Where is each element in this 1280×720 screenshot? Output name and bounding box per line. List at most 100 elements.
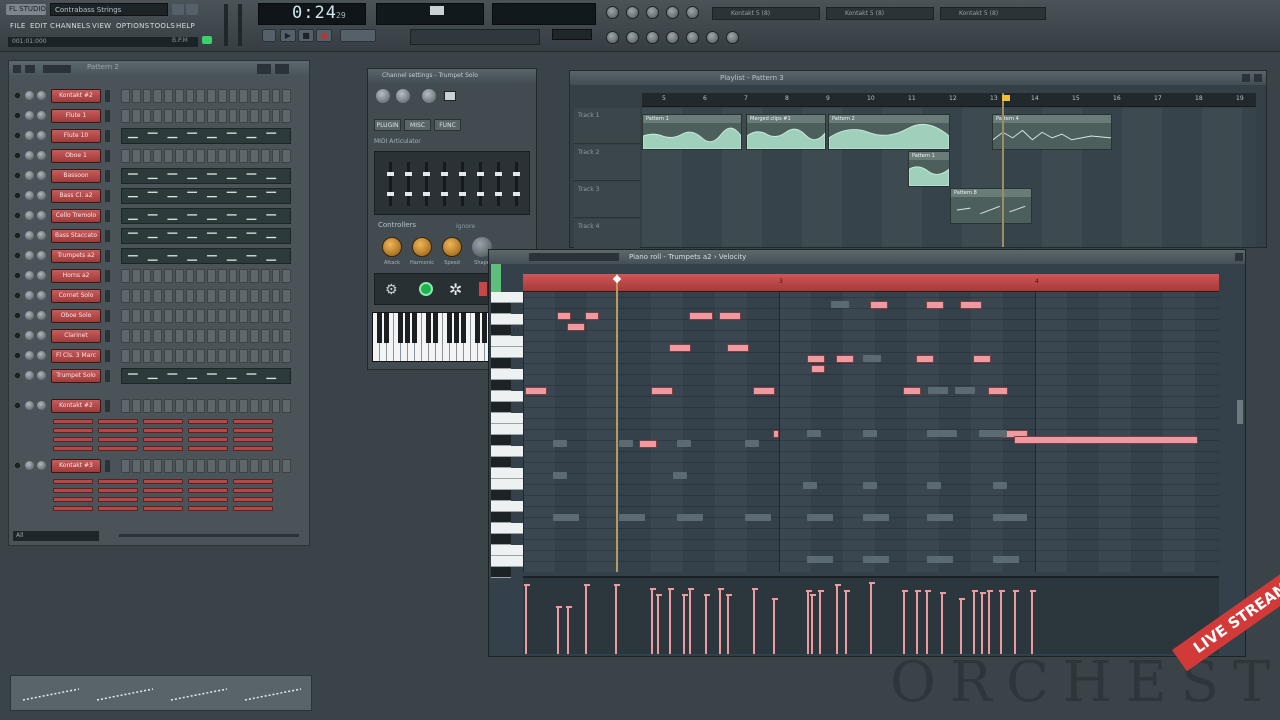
step-button[interactable] xyxy=(271,459,281,473)
channel-row[interactable]: Clarinet xyxy=(13,327,303,345)
channel-led-icon[interactable] xyxy=(15,93,20,98)
envelope-3[interactable] xyxy=(167,684,233,704)
step-button[interactable] xyxy=(131,149,141,163)
layer-child-box[interactable] xyxy=(233,419,273,424)
shortcut-user-icon[interactable] xyxy=(706,31,719,44)
record-button[interactable]: ● xyxy=(316,29,332,42)
menu-file[interactable]: FILE xyxy=(10,20,26,32)
channel-select[interactable] xyxy=(105,400,110,412)
note[interactable] xyxy=(973,355,991,363)
step-button[interactable] xyxy=(142,109,152,123)
step-button[interactable] xyxy=(142,289,152,303)
note[interactable] xyxy=(585,312,599,320)
channel-pan-knob[interactable] xyxy=(25,231,34,240)
velocity-bar[interactable] xyxy=(566,606,572,654)
layer-name-button[interactable]: Kontakt #3 xyxy=(51,459,101,473)
layer-child-box[interactable] xyxy=(53,446,93,451)
step-button[interactable] xyxy=(217,459,227,473)
tempo-display[interactable] xyxy=(340,29,376,42)
step-button[interactable] xyxy=(131,289,141,303)
black-key[interactable] xyxy=(491,358,511,369)
menu-edit[interactable]: EDIT xyxy=(30,20,47,32)
step-button[interactable] xyxy=(153,399,162,413)
step-button[interactable] xyxy=(217,289,227,303)
mini-piano-roll[interactable] xyxy=(121,228,291,244)
step-button[interactable] xyxy=(228,109,238,123)
channel-select[interactable] xyxy=(105,250,110,262)
slider-handle[interactable] xyxy=(405,172,412,176)
step-button[interactable] xyxy=(239,459,248,473)
white-key[interactable] xyxy=(491,545,523,556)
velocity-bar[interactable] xyxy=(584,584,590,654)
channel-volume-knob[interactable] xyxy=(37,401,46,410)
speed-knob[interactable] xyxy=(442,237,462,257)
white-key[interactable] xyxy=(491,501,523,512)
velocity-bar[interactable] xyxy=(959,598,965,654)
step-sequencer[interactable] xyxy=(121,459,291,473)
white-key[interactable] xyxy=(491,314,523,325)
step-button[interactable] xyxy=(196,149,205,163)
white-key[interactable] xyxy=(491,413,523,424)
layer-child-box[interactable] xyxy=(188,497,228,502)
step-button[interactable] xyxy=(282,289,291,303)
playhead-marker-icon[interactable] xyxy=(1002,95,1010,101)
channel-pan-knob[interactable] xyxy=(25,111,34,120)
layer-child-box[interactable] xyxy=(53,419,93,424)
step-button[interactable] xyxy=(250,309,259,323)
step-button[interactable] xyxy=(121,399,130,413)
channel-row[interactable]: Bassoon xyxy=(13,167,303,185)
black-key[interactable] xyxy=(491,402,511,413)
shortcut-browser-icon[interactable] xyxy=(686,6,699,19)
velocity-bar[interactable] xyxy=(869,582,875,654)
recent-plugin-1[interactable]: Kontakt 5 (8) xyxy=(712,7,820,20)
envelope-2[interactable] xyxy=(93,684,159,704)
note[interactable] xyxy=(719,312,741,320)
step-button[interactable] xyxy=(228,349,238,363)
swing-slider[interactable] xyxy=(43,65,71,73)
arrow-right-icon[interactable] xyxy=(186,4,198,15)
step-button[interactable] xyxy=(250,289,259,303)
step-button[interactable] xyxy=(196,399,205,413)
recent-plugin-3[interactable]: Kontakt 5 (8) xyxy=(940,7,1046,20)
vertical-scrollbar[interactable] xyxy=(1237,400,1243,424)
channel-pan-knob[interactable] xyxy=(25,91,34,100)
step-button[interactable] xyxy=(131,269,141,283)
black-key[interactable] xyxy=(482,313,487,343)
step-button[interactable] xyxy=(121,349,130,363)
channel-pan-knob[interactable] xyxy=(25,311,34,320)
velocity-bar[interactable] xyxy=(614,584,620,654)
layer-child-box[interactable] xyxy=(98,437,138,442)
step-button[interactable] xyxy=(239,349,248,363)
step-sequencer[interactable] xyxy=(121,349,291,363)
step-button[interactable] xyxy=(217,349,227,363)
layer-name-button[interactable]: Kontakt #2 xyxy=(51,399,101,413)
channel-select[interactable] xyxy=(105,90,110,102)
layer-child-box[interactable] xyxy=(188,446,228,451)
velocity-bar[interactable] xyxy=(682,594,688,654)
step-button[interactable] xyxy=(228,399,238,413)
step-sequencer[interactable] xyxy=(121,289,291,303)
envelope-4[interactable] xyxy=(241,684,307,704)
step-button[interactable] xyxy=(131,349,141,363)
channel-pan-knob[interactable] xyxy=(25,211,34,220)
step-button[interactable] xyxy=(271,89,281,103)
step-button[interactable] xyxy=(121,289,130,303)
step-button[interactable] xyxy=(228,149,238,163)
step-button[interactable] xyxy=(142,459,152,473)
settings-icon[interactable]: ✲ xyxy=(449,280,462,299)
step-sequencer[interactable] xyxy=(121,109,291,123)
layer-child-box[interactable] xyxy=(53,479,93,484)
slider-handle[interactable] xyxy=(441,192,448,196)
step-button[interactable] xyxy=(153,269,162,283)
tool-strip[interactable] xyxy=(410,29,540,45)
articulation-slider[interactable] xyxy=(423,162,430,206)
velocity-bar[interactable] xyxy=(835,584,841,654)
step-button[interactable] xyxy=(185,269,195,283)
step-button[interactable] xyxy=(282,309,291,323)
channel-select[interactable] xyxy=(105,110,110,122)
step-button[interactable] xyxy=(228,459,238,473)
velocity-bar[interactable] xyxy=(844,590,850,654)
step-button[interactable] xyxy=(174,289,184,303)
channel-led-icon[interactable] xyxy=(15,133,20,138)
channel-name-button[interactable]: Trumpet Solo xyxy=(51,369,101,383)
